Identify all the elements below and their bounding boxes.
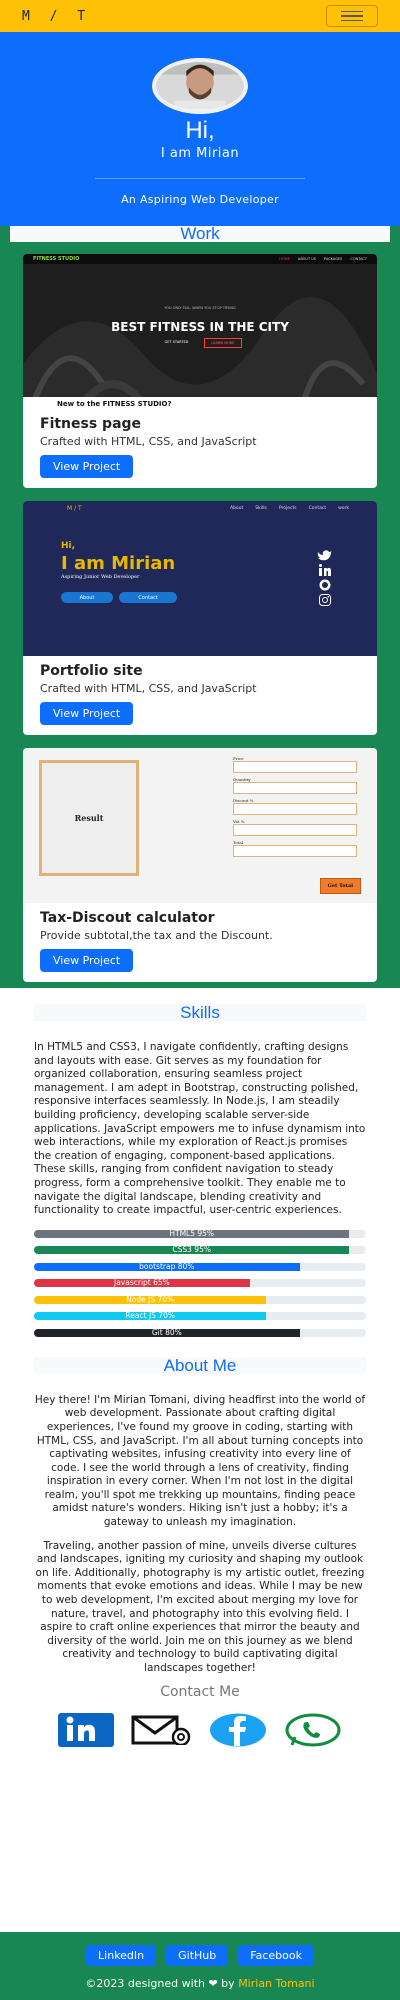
fitness-preview-btn: LEARN MORE bbox=[204, 338, 242, 348]
about-section: About Me Hey there! I'm Mirian Tomani, d… bbox=[0, 1355, 400, 1748]
skill-progress-fill: React JS 70% bbox=[34, 1312, 267, 1321]
skill-progress-bar: Node JS 70% bbox=[34, 1295, 366, 1304]
work-title: Work bbox=[10, 225, 390, 242]
skill-progress-bar: CSS3 95% bbox=[34, 1246, 366, 1255]
skills-text: In HTML5 and CSS3, I navigate confidentl… bbox=[34, 1041, 366, 1217]
about-text: Hey there! I'm Mirian Tomani, diving hea… bbox=[34, 1394, 366, 1676]
tax-preview-image: Result Price Quantity Discout % Vat % To… bbox=[23, 748, 377, 903]
fitness-preview-small: YOU ONLY FAIL, WHEN YOU STOP TRYING bbox=[164, 306, 236, 310]
footer-link-github[interactable]: GitHub bbox=[166, 1945, 229, 1966]
work-section: Work FITNESS STUDIO HOME ABOUT US PACKAG… bbox=[0, 225, 400, 988]
project-card-fitness: FITNESS STUDIO HOME ABOUT US PACKAGES CO… bbox=[23, 254, 377, 488]
hero-tagline: An Aspiring Web Developer bbox=[121, 193, 279, 206]
tax-preview-get-total: Get Total bbox=[319, 878, 361, 894]
portfolio-preview-aspire: Aspiring Junior Web Developer bbox=[61, 574, 140, 580]
fitness-nav-item: ABOUT US bbox=[297, 257, 317, 261]
brand-logo[interactable]: M / T bbox=[22, 9, 91, 24]
footer: LinkedIn GitHub Facebook ©2023 designed … bbox=[0, 1932, 400, 2000]
avatar bbox=[152, 58, 248, 114]
footer-link-facebook[interactable]: Facebook bbox=[238, 1945, 314, 1966]
fitness-preview-nav: FITNESS STUDIO HOME ABOUT US PACKAGES CO… bbox=[23, 254, 377, 264]
skill-progress-fill: CSS3 95% bbox=[34, 1246, 350, 1255]
skill-progress-fill: Javascript 65% bbox=[34, 1279, 250, 1288]
skill-progress-bar: bootstrap 80% bbox=[34, 1262, 366, 1271]
skill-progress-bar: Javascript 65% bbox=[34, 1279, 366, 1288]
about-paragraph: Hey there! I'm Mirian Tomani, diving hea… bbox=[34, 1393, 366, 1529]
portfolio-preview-btn: About bbox=[61, 592, 113, 603]
tax-preview-result: Result bbox=[39, 760, 139, 876]
skill-progress-fill: bootstrap 80% bbox=[34, 1262, 300, 1271]
github-icon bbox=[319, 579, 331, 591]
project-title: Portfolio site bbox=[40, 663, 143, 679]
fitness-nav-item: CONTACT bbox=[350, 257, 367, 261]
skill-progress-fill: Git 80% bbox=[34, 1328, 300, 1337]
about-title: About Me bbox=[34, 1356, 366, 1374]
fitness-preview-caption: New to the FITNESS STUDIO? bbox=[55, 400, 174, 408]
portfolio-nav-item: Skills bbox=[255, 505, 267, 511]
view-project-button[interactable]: View Project bbox=[40, 455, 134, 478]
portfolio-preview-icons bbox=[317, 549, 333, 606]
skill-progress-bar: React JS 70% bbox=[34, 1312, 366, 1321]
menu-toggle-button[interactable] bbox=[326, 5, 378, 27]
footer-link-linkedin[interactable]: LinkedIn bbox=[86, 1945, 157, 1966]
fitness-preview-logo: FITNESS STUDIO bbox=[33, 256, 80, 262]
fitness-preview-btn: GET STARTED bbox=[164, 340, 189, 344]
fitness-nav-item: HOME bbox=[279, 257, 290, 261]
portfolio-nav-item: Projects bbox=[278, 505, 297, 511]
project-title: Tax-Discout calculator bbox=[40, 910, 215, 926]
fitness-preview-headline: BEST FITNESS IN THE CITY bbox=[111, 320, 289, 334]
portfolio-preview-name: I am Mirian bbox=[61, 553, 176, 574]
skill-progress-bar: HTML5 95% bbox=[34, 1229, 366, 1238]
about-paragraph: Traveling, another passion of mine, unve… bbox=[35, 1539, 365, 1674]
portfolio-nav-item: work bbox=[338, 505, 349, 511]
project-title: Fitness page bbox=[40, 416, 142, 432]
contact-title: Contact Me bbox=[160, 1683, 240, 1700]
project-description: Crafted with HTML, CSS, and JavaScript bbox=[40, 682, 257, 695]
portfolio-preview-btn: Contact bbox=[119, 592, 177, 603]
skills-section: Skills In HTML5 and CSS3, I navigate con… bbox=[0, 988, 400, 1337]
skill-progress-fill: Node JS 70% bbox=[34, 1295, 267, 1304]
whatsapp-icon[interactable] bbox=[284, 1713, 342, 1747]
view-project-button[interactable]: View Project bbox=[40, 949, 134, 972]
fitness-preview-image: FITNESS STUDIO HOME ABOUT US PACKAGES CO… bbox=[23, 254, 377, 409]
skill-bars: HTML5 95% CSS3 95% bootstrap 80% Javascript… bbox=[34, 1229, 366, 1337]
navbar: M / T bbox=[0, 0, 400, 32]
hero-name: I am Mirian bbox=[160, 146, 240, 161]
project-description: Provide subtotal,the tax and the Discoun… bbox=[40, 929, 273, 942]
linkedin-icon bbox=[319, 564, 331, 576]
instagram-icon bbox=[319, 594, 331, 606]
social-icons bbox=[34, 1712, 366, 1748]
copyright-text: ©2023 designed with ❤ by bbox=[85, 1977, 235, 1990]
portfolio-preview-image: M / T About Skills Projects Contact work… bbox=[23, 501, 377, 656]
view-project-button[interactable]: View Project bbox=[40, 702, 134, 725]
hero-section: Hi, I am Mirian An Aspiring Web Develope… bbox=[0, 32, 400, 226]
portfolio-nav-item: Contact bbox=[308, 505, 327, 511]
copyright: ©2023 designed with ❤ by Mirian Tomani bbox=[0, 1977, 400, 1990]
skill-progress-bar: Git 80% bbox=[34, 1328, 366, 1337]
hero-divider bbox=[95, 178, 305, 179]
hamburger-icon bbox=[341, 10, 363, 22]
project-description: Crafted with HTML, CSS, and JavaScript bbox=[40, 435, 257, 448]
portfolio-preview-hi: Hi, bbox=[61, 541, 76, 551]
hero-greeting: Hi, bbox=[185, 117, 215, 144]
skills-title: Skills bbox=[34, 1004, 366, 1021]
project-card-portfolio: M / T About Skills Projects Contact work… bbox=[23, 501, 377, 735]
portfolio-nav-item: About bbox=[229, 505, 244, 511]
portfolio-preview-logo: M / T bbox=[67, 504, 82, 512]
fitness-background-art bbox=[23, 264, 377, 409]
copyright-name[interactable]: Mirian Tomani bbox=[238, 1977, 314, 1990]
skill-progress-fill: HTML5 95% bbox=[34, 1229, 350, 1238]
tax-preview-form: Price Quantity Discout % Vat % Total bbox=[233, 756, 357, 861]
facebook-icon[interactable] bbox=[209, 1713, 267, 1747]
project-card-tax-calculator: Result Price Quantity Discout % Vat % To… bbox=[23, 748, 377, 982]
twitter-icon bbox=[317, 550, 332, 561]
mail-icon[interactable] bbox=[131, 1715, 191, 1745]
fitness-nav-item: PACKAGES bbox=[324, 257, 343, 261]
linkedin-icon[interactable] bbox=[58, 1712, 114, 1747]
